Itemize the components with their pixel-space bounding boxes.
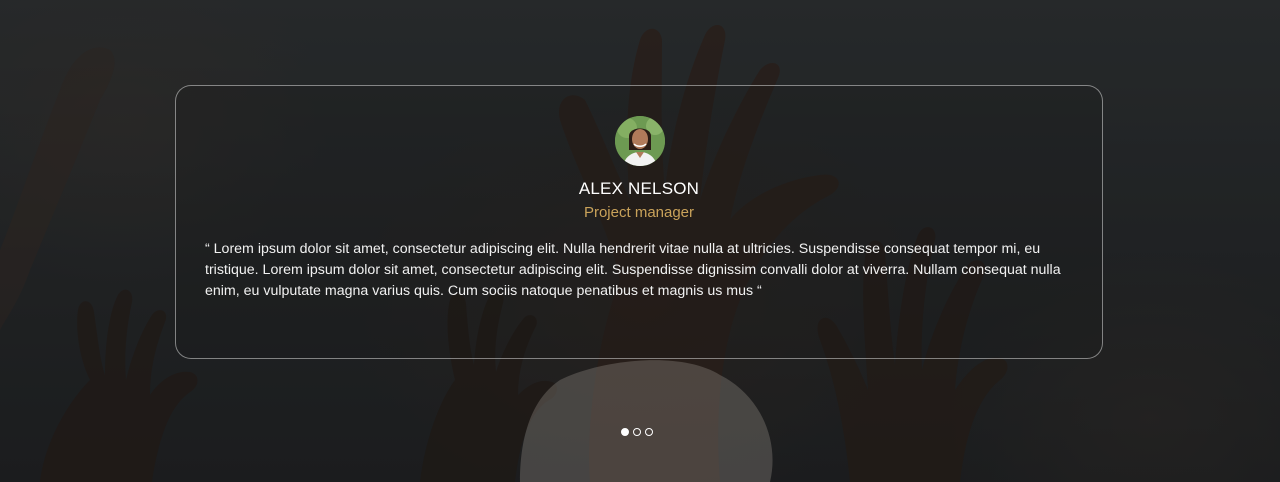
testimonial-author-name: ALEX NELSON (578, 179, 700, 198)
testimonial-card: ALEX NELSON Project manager “ Lorem ipsu… (175, 85, 1103, 359)
carousel-dot-1[interactable] (621, 428, 629, 436)
carousel-dot-3[interactable] (645, 428, 653, 436)
testimonial-quote: “ Lorem ipsum dolor sit amet, consectetu… (205, 241, 1061, 299)
testimonial-author-role: Project manager (583, 204, 695, 221)
carousel-pagination (621, 428, 653, 436)
carousel-dot-2[interactable] (633, 428, 641, 436)
person-avatar-icon (615, 116, 665, 166)
